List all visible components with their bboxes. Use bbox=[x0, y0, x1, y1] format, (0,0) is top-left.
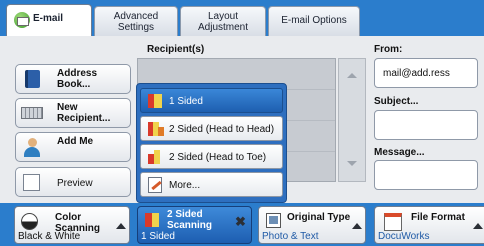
option-2-sided-head-to-head[interactable]: 2 Sided (Head to Head) bbox=[140, 116, 283, 141]
subject-label: Subject... bbox=[374, 96, 419, 107]
bottom-feature-bar: Color Scanning Black & White 2 Sided Sca… bbox=[0, 203, 484, 246]
tab-advanced-settings[interactable]: Advanced Settings bbox=[94, 6, 178, 36]
file-format-icon bbox=[384, 213, 402, 231]
person-icon bbox=[23, 138, 43, 158]
color-scanning-button[interactable]: Color Scanning Black & White bbox=[14, 206, 130, 244]
new-recipient-button[interactable]: New Recipient... bbox=[15, 98, 131, 128]
option-label: 2 Sided (Head to Head) bbox=[169, 124, 275, 135]
tab-email-label: E-mail bbox=[33, 13, 64, 24]
from-field[interactable]: mail@add.ress bbox=[374, 58, 478, 88]
chevron-up-icon bbox=[473, 223, 483, 229]
file-format-label: File Format bbox=[411, 212, 465, 223]
sided-scanning-popup: 1 Sided 2 Sided (Head to Head) 2 Sided (… bbox=[136, 83, 287, 203]
original-type-value: Photo & Text bbox=[262, 231, 319, 242]
tab-email[interactable]: E-mail bbox=[6, 4, 92, 36]
chevron-up-icon bbox=[352, 223, 362, 229]
subject-field[interactable] bbox=[374, 110, 478, 140]
option-2-sided-head-to-toe[interactable]: 2 Sided (Head to Toe) bbox=[140, 144, 283, 169]
file-format-button[interactable]: File Format DocuWorks bbox=[374, 206, 484, 244]
address-book-icon bbox=[25, 70, 40, 88]
tab-options-label: E-mail Options bbox=[281, 15, 347, 26]
file-format-value: DocuWorks bbox=[378, 231, 430, 242]
color-scanning-value: Black & White bbox=[18, 231, 81, 242]
message-label: Message... bbox=[374, 147, 425, 158]
preview-checkbox[interactable]: Preview bbox=[15, 167, 131, 197]
keyboard-icon bbox=[21, 107, 43, 119]
recipients-header: Recipient(s) bbox=[147, 44, 205, 55]
add-me-label: Add Me bbox=[57, 136, 94, 147]
from-label: From: bbox=[374, 44, 403, 55]
tab-bar: E-mail Advanced Settings Layout Adjustme… bbox=[0, 0, 484, 36]
option-1-sided[interactable]: 1 Sided bbox=[140, 88, 283, 113]
sided-scanning-value: 1 Sided bbox=[141, 231, 175, 242]
tab-email-options[interactable]: E-mail Options bbox=[268, 6, 360, 36]
chevron-up-icon bbox=[116, 223, 126, 229]
two-sided-head-to-toe-icon bbox=[148, 150, 163, 164]
screen: E-mail Advanced Settings Layout Adjustme… bbox=[0, 0, 484, 246]
new-recipient-label: New Recipient... bbox=[57, 102, 111, 124]
two-sided-head-to-head-icon bbox=[148, 122, 164, 136]
address-book-button[interactable]: Address Book... bbox=[15, 64, 131, 94]
tab-layout-label: Layout Adjustment bbox=[197, 11, 249, 33]
scroll-up-icon[interactable] bbox=[347, 73, 357, 78]
tab-advanced-label: Advanced Settings bbox=[113, 11, 159, 33]
address-book-label: Address Book... bbox=[57, 68, 98, 90]
sided-scanning-button[interactable]: 2 Sided Scanning ✖ 1 Sided bbox=[137, 206, 252, 244]
message-field[interactable] bbox=[374, 160, 478, 190]
email-icon bbox=[14, 12, 30, 28]
from-value: mail@add.ress bbox=[383, 68, 450, 79]
two-sided-icon bbox=[145, 213, 160, 227]
preview-label: Preview bbox=[57, 178, 93, 189]
original-type-label: Original Type bbox=[287, 212, 351, 223]
option-label: 1 Sided bbox=[169, 96, 203, 107]
color-mode-icon bbox=[21, 213, 38, 230]
add-me-button[interactable]: Add Me bbox=[15, 132, 131, 162]
photo-text-icon bbox=[266, 213, 281, 228]
scroll-down-icon[interactable] bbox=[347, 161, 357, 166]
close-icon[interactable]: ✖ bbox=[235, 215, 246, 228]
original-type-button[interactable]: Original Type Photo & Text bbox=[258, 206, 366, 244]
option-label: More... bbox=[169, 180, 201, 191]
pencil-icon bbox=[148, 177, 162, 193]
sided-scanning-label: 2 Sided Scanning bbox=[167, 209, 213, 231]
option-label: 2 Sided (Head to Toe) bbox=[169, 152, 267, 163]
one-sided-icon bbox=[148, 94, 163, 108]
tab-layout-adjustment[interactable]: Layout Adjustment bbox=[180, 6, 266, 36]
recipient-scrollbar[interactable] bbox=[338, 58, 366, 182]
option-more[interactable]: More... bbox=[140, 172, 283, 197]
checkbox-icon bbox=[23, 174, 40, 191]
